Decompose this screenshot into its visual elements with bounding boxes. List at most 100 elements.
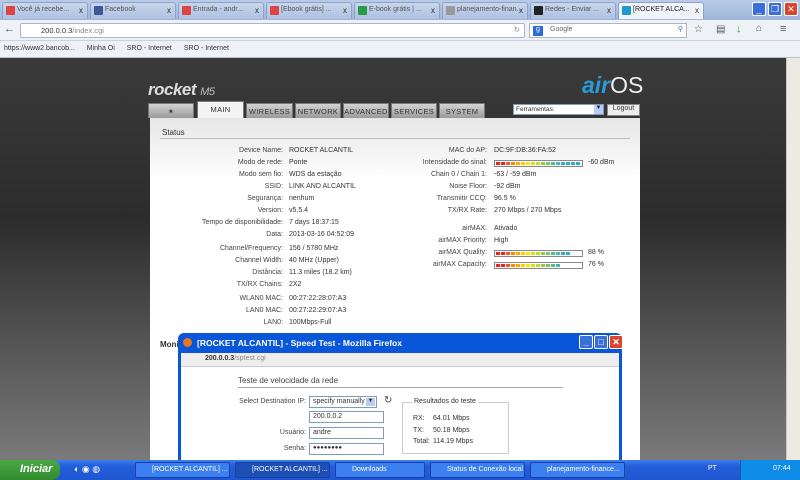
status-label: SSID: <box>264 183 283 190</box>
start-button[interactable]: Iniciar <box>0 460 60 480</box>
home-icon[interactable]: ⌂ <box>756 23 762 34</box>
tx-label: TX: <box>413 427 424 434</box>
user-input[interactable]: andre <box>309 427 384 439</box>
download-icon[interactable]: ↓ <box>736 23 742 35</box>
quick-launch-icons[interactable]: ◐ ◉ ◍ <box>74 464 100 475</box>
search-icon[interactable]: ⚲ <box>678 25 683 33</box>
popup-titlebar[interactable]: [ROCKET ALCANTIL] - Speed Test - Mozilla… <box>181 333 623 353</box>
browser-tab[interactable]: planejamento-finan... x <box>442 2 528 19</box>
tab-services[interactable]: SERVICES <box>391 103 437 118</box>
status-label: Device Name: <box>239 147 283 154</box>
status-label: TX/RX Rate: <box>447 207 487 214</box>
status-value: 40 MHz (Upper) <box>289 257 339 264</box>
browser-tab[interactable]: Entrada - andr... x <box>178 2 264 19</box>
clipboard-icon[interactable]: ▤ <box>716 24 725 35</box>
back-icon[interactable]: ← <box>4 23 15 35</box>
status-value: LINK AND ALCANTIL <box>289 183 356 190</box>
status-value: 100Mbps-Full <box>289 319 332 326</box>
close-button[interactable]: ✕ <box>784 2 798 16</box>
divider <box>160 138 630 139</box>
dest-ip-label: Select Destination IP: <box>239 398 306 405</box>
password-input[interactable]: ●●●●●●●● <box>309 443 384 455</box>
browser-tab[interactable]: Facebook x <box>90 2 176 19</box>
tab-label: [Ebook grátis] ... <box>281 6 332 13</box>
browser-tab[interactable]: Redes - Enviar ... x <box>530 2 616 19</box>
bookmark-item[interactable]: https://www2.bancob... <box>4 45 75 52</box>
user-label: Usuário: <box>279 429 306 436</box>
status-value: -92 dBm <box>494 183 521 190</box>
tab-favicon-icon <box>94 6 103 15</box>
status-value: WDS da estação <box>289 171 342 178</box>
rocket-logo: rocket M5 <box>148 80 215 99</box>
tab-close-icon[interactable]: x <box>255 6 259 15</box>
browser-tab[interactable]: [ROCKET ALCA... x <box>618 2 704 19</box>
tab-network[interactable]: NETWORK <box>295 103 341 118</box>
menu-icon[interactable]: ≡ <box>780 23 786 35</box>
status-value: 156 / 5780 MHz <box>289 245 339 252</box>
refresh-icon[interactable]: ↻ <box>384 395 392 406</box>
tab-close-icon[interactable]: x <box>607 6 611 15</box>
taskbar-item[interactable]: [ROCKET ALCANTIL] ... <box>135 462 230 478</box>
tab-label: [ROCKET ALCA... <box>633 6 690 13</box>
tx-value: 50.18 Mbps <box>433 427 470 434</box>
language-indicator[interactable]: PT <box>708 465 717 472</box>
bookmark-star-icon[interactable]: ☆ <box>694 24 703 35</box>
search-placeholder: Google <box>550 26 573 33</box>
popup-minimize-button[interactable]: _ <box>579 335 593 349</box>
status-title: Status <box>162 128 185 137</box>
maximize-button[interactable]: ❐ <box>768 2 782 16</box>
browser-tab[interactable]: [Ebook grátis] ... x <box>266 2 352 19</box>
dest-ip-select[interactable]: specify manually ▼ <box>309 396 377 408</box>
browser-tab[interactable]: E-book grátis | ... x <box>354 2 440 19</box>
firefox-icon <box>183 338 192 347</box>
tab-label: Entrada - andr... <box>193 6 244 13</box>
tab-close-icon[interactable]: x <box>343 6 347 15</box>
total-value: 114.19 Mbps <box>433 438 473 445</box>
tab-wireless[interactable]: WIRELESS <box>246 103 293 118</box>
google-icon: g <box>533 26 543 36</box>
bookmark-item[interactable]: Minha Oi <box>87 45 115 52</box>
tab-close-icon[interactable]: x <box>167 6 171 15</box>
taskbar-item[interactable]: Status de Conexão local <box>430 462 525 478</box>
bookmarks-bar: https://www2.bancob... Minha Oi SRO - In… <box>0 41 800 58</box>
minimize-button[interactable]: _ <box>752 2 766 16</box>
taskbar-item[interactable]: Downloads <box>335 462 425 478</box>
popup-maximize-button[interactable]: □ <box>594 335 608 349</box>
popup-url-path: /sptest.cgi <box>234 355 266 362</box>
total-label: Total: <box>413 438 430 445</box>
status-value: Ponte <box>289 159 308 166</box>
popup-url-bar[interactable]: 200.0.0.3/sptest.cgi <box>181 353 619 367</box>
tab-ubiquiti-logo[interactable]: ✶ <box>148 103 194 118</box>
tab-close-icon[interactable]: x <box>79 6 83 15</box>
reload-icon[interactable]: ↻ <box>514 25 520 34</box>
tools-select[interactable]: Ferramentas: ▼ <box>513 104 604 115</box>
monitor-title: Moni <box>160 340 179 349</box>
tab-advanced[interactable]: ADVANCED <box>343 103 389 118</box>
tab-favicon-icon <box>6 6 15 15</box>
tab-main[interactable]: MAIN <box>197 101 244 118</box>
bookmark-item[interactable]: SRO - Internet <box>184 45 229 52</box>
tab-close-icon[interactable]: x <box>695 6 699 15</box>
capacity-bar <box>494 262 583 269</box>
status-label: airMAX: <box>462 225 487 232</box>
bookmark-item[interactable]: SRO - Internet <box>127 45 172 52</box>
status-value: 7 days 18:37:15 <box>289 219 339 226</box>
tab-close-icon[interactable]: x <box>519 6 523 15</box>
tab-favicon-icon <box>358 6 367 15</box>
tab-label: E-book grátis | ... <box>369 6 422 13</box>
dest-ip-input[interactable]: 200.0.0.2 <box>309 411 384 423</box>
taskbar-item[interactable]: planejamento-finance... <box>530 462 625 478</box>
logout-button[interactable]: Logout <box>607 104 640 116</box>
status-label: TX/RX Chains: <box>236 281 283 288</box>
tab-close-icon[interactable]: x <box>431 6 435 15</box>
status-value: DC:9F:DB:36:FA:52 <box>494 147 556 154</box>
popup-close-button[interactable]: ✕ <box>609 335 623 349</box>
status-value: 270 Mbps / 270 Mbps <box>494 207 562 214</box>
browser-tab[interactable]: Você já recebe... x <box>2 2 88 19</box>
tab-label: Você já recebe... <box>17 6 70 13</box>
taskbar-item[interactable]: [ROCKET ALCANTIL] ... <box>235 462 330 478</box>
page-scrollbar[interactable] <box>786 58 800 460</box>
url-bar[interactable]: 200.0.0.3/index.cgi ↻ <box>20 23 525 38</box>
search-input[interactable]: g Google ⚲ <box>529 23 687 38</box>
tab-system[interactable]: SYSTEM <box>439 103 485 118</box>
